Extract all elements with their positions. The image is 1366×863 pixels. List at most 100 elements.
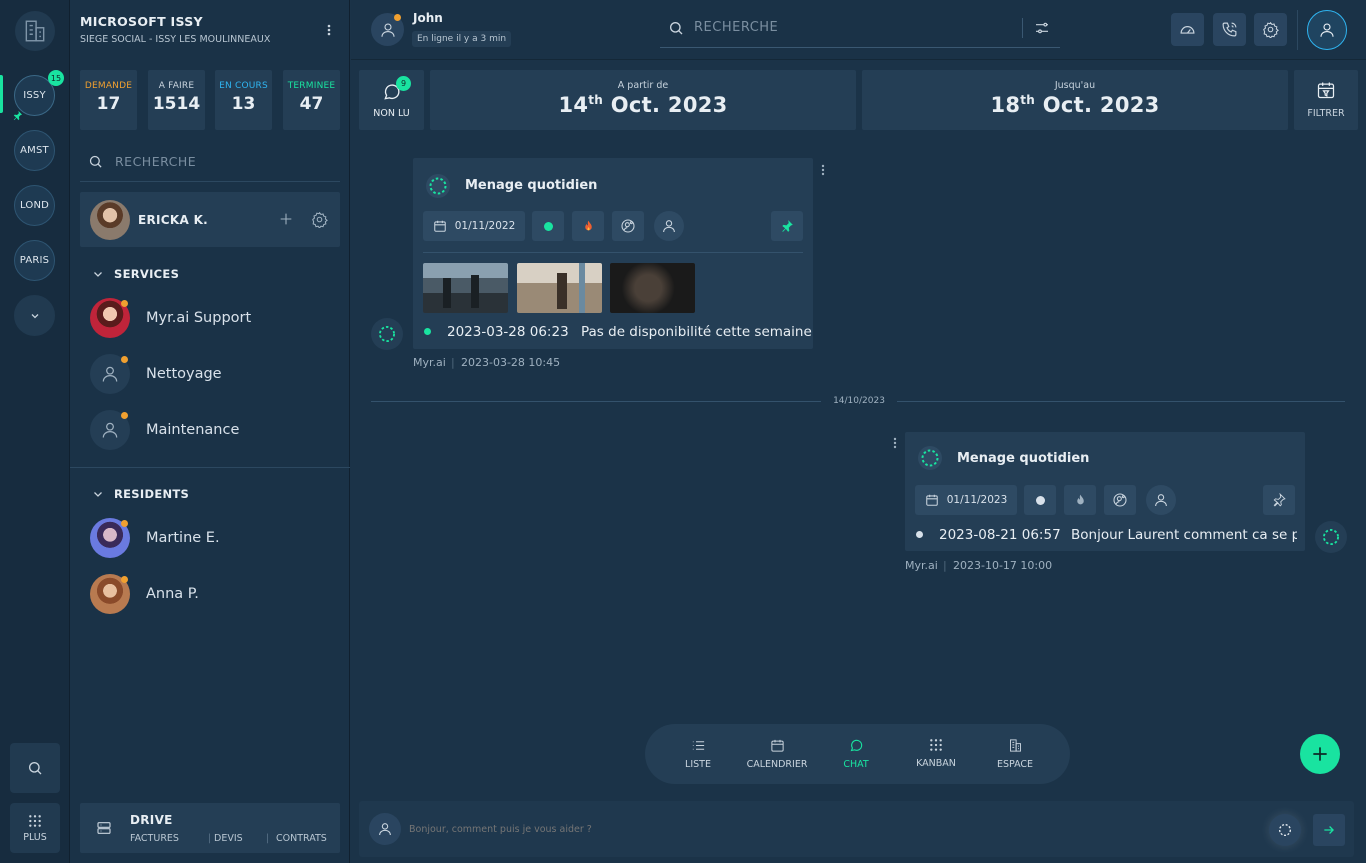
divider (423, 252, 803, 253)
settings-button[interactable] (1254, 13, 1287, 46)
services-section-header[interactable]: SERVICES (92, 267, 179, 281)
tab-label: CHAT (843, 759, 869, 770)
contact-maintenance[interactable]: Maintenance (90, 410, 239, 450)
status-dot (916, 531, 923, 538)
date-from-value: 14th Oct. 2023 (558, 93, 728, 117)
send-button[interactable] (1313, 814, 1345, 846)
entry-time: 2023-08-21 06:57 (939, 527, 1061, 543)
drive-link-contrats[interactable]: CONTRATS (276, 833, 327, 844)
calendar-filter-icon (1316, 80, 1336, 100)
separator: | (451, 356, 455, 369)
header-search[interactable]: RECHERCHE (660, 8, 1060, 48)
date-to-picker[interactable]: Jusqu'au 18th Oct. 2023 (862, 70, 1288, 130)
status-chip[interactable] (532, 211, 564, 241)
more-sites-button[interactable] (14, 295, 55, 336)
drive-panel[interactable]: DRIVE FACTURES | DEVIS | CONTRATS (80, 803, 340, 853)
stat-a-faire[interactable]: A FAIRE 1514 (148, 70, 205, 130)
site-paris-button[interactable]: PARIS (14, 240, 55, 281)
assignee-button[interactable] (654, 211, 684, 241)
building-logo-icon[interactable] (15, 11, 55, 51)
settings-gear-icon[interactable] (311, 211, 328, 232)
separator (1022, 18, 1023, 38)
pin-icon (1273, 493, 1286, 507)
org-subtitle: SIEGE SOCIAL - ISSY LES MOULINNEAUX (80, 34, 271, 45)
drive-link-factures[interactable]: FACTURES (130, 833, 179, 844)
rail-plus-button[interactable]: PLUS (10, 803, 60, 853)
contact-anna[interactable]: Anna P. (90, 574, 199, 614)
site-amst-button[interactable]: AMST (14, 130, 55, 171)
status-chip[interactable] (1024, 485, 1056, 515)
spinner-icon (379, 326, 395, 342)
drive-title: DRIVE (130, 813, 173, 827)
chat-bubble-icon (850, 739, 862, 752)
separator: | (943, 559, 947, 572)
current-user-name: ERICKA K. (138, 213, 209, 227)
ai-assistant-button[interactable] (1269, 814, 1301, 846)
entry-text: Bonjour Laurent comment ca se p (1071, 527, 1297, 543)
tab-calendrier[interactable]: CALENDRIER (742, 738, 812, 770)
tab-chat[interactable]: CHAT (821, 738, 891, 770)
message-menu-icon[interactable] (818, 162, 828, 181)
tab-label: ESPACE (996, 759, 1034, 770)
contact-name: Nettoyage (146, 366, 222, 382)
rail-search-button[interactable] (10, 743, 60, 793)
myrai-avatar (371, 318, 403, 350)
site-lond-button[interactable]: LOND (14, 185, 55, 226)
dashboard-button[interactable] (1171, 13, 1204, 46)
attachment-photo[interactable] (423, 263, 508, 313)
message-menu-icon[interactable] (890, 435, 900, 454)
stat-en-cours[interactable]: EN COURS 13 (215, 70, 272, 130)
sliders-icon[interactable] (1034, 20, 1050, 36)
priority-chip[interactable] (572, 211, 604, 241)
current-user-card[interactable]: ERICKA K. (80, 192, 340, 247)
unread-label: NON LU (373, 108, 410, 119)
date-from-picker[interactable]: A partir de 14th Oct. 2023 (430, 70, 856, 130)
contact-myrai-support[interactable]: Myr.ai Support (90, 298, 251, 338)
residents-section-header[interactable]: RESIDENTS (92, 487, 189, 501)
presence-dot (394, 14, 401, 21)
message-input[interactable] (409, 813, 1259, 845)
add-icon[interactable] (278, 211, 294, 231)
assign-chip[interactable] (1104, 485, 1136, 515)
date-chip[interactable]: 01/11/2023 (915, 485, 1017, 515)
stat-value: 47 (299, 94, 324, 114)
pin-button[interactable] (771, 211, 803, 241)
message-card[interactable]: Menage quotidien 01/11/2023 2023-08-21 0… (905, 432, 1305, 551)
plus-label: PLUS (23, 831, 47, 843)
sidebar-search-placeholder: RECHERCHE (115, 154, 197, 169)
attachment-photo[interactable] (610, 263, 695, 313)
stat-terminee[interactable]: TERMINEE 47 (283, 70, 340, 130)
tab-liste[interactable]: LISTE (663, 738, 733, 770)
contact-martine[interactable]: Martine E. (90, 518, 220, 558)
user-avatar-icon (369, 813, 401, 845)
drive-link-devis[interactable]: DEVIS (214, 833, 243, 844)
presence-dot (121, 300, 128, 307)
pin-button[interactable] (1263, 485, 1295, 515)
org-menu-icon[interactable] (324, 22, 334, 41)
message-card[interactable]: Menage quotidien 01/11/2022 2023-03-28 0… (413, 158, 813, 349)
contact-nettoyage[interactable]: Nettoyage (90, 354, 222, 394)
profile-button[interactable] (1307, 10, 1347, 50)
status-dot (543, 221, 553, 231)
assignee-button[interactable] (1146, 485, 1176, 515)
message-timestamp: 2023-10-17 10:00 (953, 559, 1053, 572)
spinner-icon (1279, 824, 1291, 836)
attachment-photo[interactable] (517, 263, 602, 313)
priority-chip[interactable] (1064, 485, 1096, 515)
header-search-placeholder: RECHERCHE (694, 20, 779, 35)
add-button[interactable] (1300, 734, 1340, 774)
stat-demande[interactable]: DEMANDE 17 (80, 70, 137, 130)
call-button[interactable] (1213, 13, 1246, 46)
date-chip[interactable]: 01/11/2022 (423, 211, 525, 241)
list-icon (692, 741, 704, 750)
sidebar-search[interactable]: RECHERCHE (80, 142, 340, 182)
search-icon (29, 762, 42, 775)
tab-espace[interactable]: ESPACE (980, 738, 1050, 770)
filter-button[interactable]: FILTRER (1294, 70, 1358, 130)
assign-chip[interactable] (612, 211, 644, 241)
unread-filter-button[interactable]: 9 NON LU (359, 70, 424, 130)
user-settings-icon (621, 219, 635, 233)
presence-dot (121, 576, 128, 583)
message-composer (359, 801, 1354, 857)
tab-kanban[interactable]: KANBAN (901, 738, 971, 769)
